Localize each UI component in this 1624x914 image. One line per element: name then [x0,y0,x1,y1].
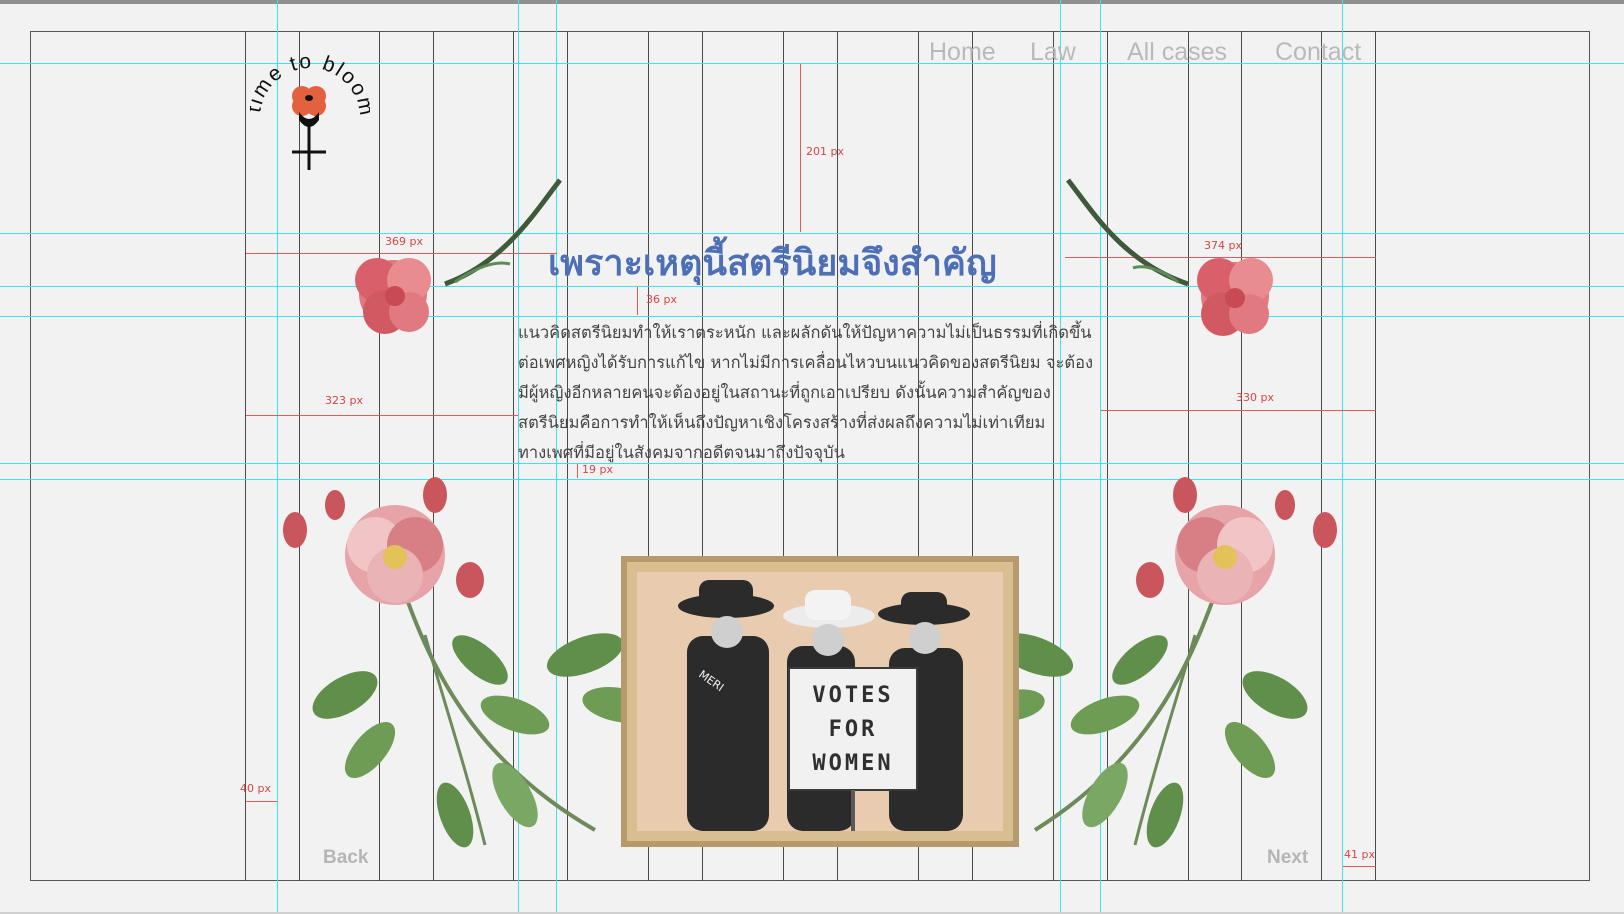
rose-right-illustration [985,477,1337,848]
logo[interactable]: time to bloom [242,40,377,175]
next-link[interactable]: Next [1267,847,1308,869]
page-title: เพราะเหตุนี้สตรีนิยมจึงสำคัญ [548,243,997,284]
sign-line-3: WOMEN [812,751,893,776]
top-border [0,0,1624,4]
nav-home[interactable]: Home [929,38,996,67]
flower-icon [292,86,326,170]
logo-mark: time to bloom [242,50,377,170]
suffragette-photo: VOTES FOR WOMEN MERI [621,556,1019,847]
sign-line-2: FOR [829,717,878,742]
nav-all-cases[interactable]: All cases [1127,38,1227,67]
intro-paragraph: แนวคิดสตรีนิยมทำให้เราตระหนัก และผลักดัน… [518,323,1094,462]
back-link[interactable]: Back [323,847,368,869]
nav-law[interactable]: Law [1030,38,1076,67]
nav-contact[interactable]: Contact [1275,38,1361,67]
rose-left-illustration [283,477,658,848]
sign-line-1: VOTES [812,683,893,708]
